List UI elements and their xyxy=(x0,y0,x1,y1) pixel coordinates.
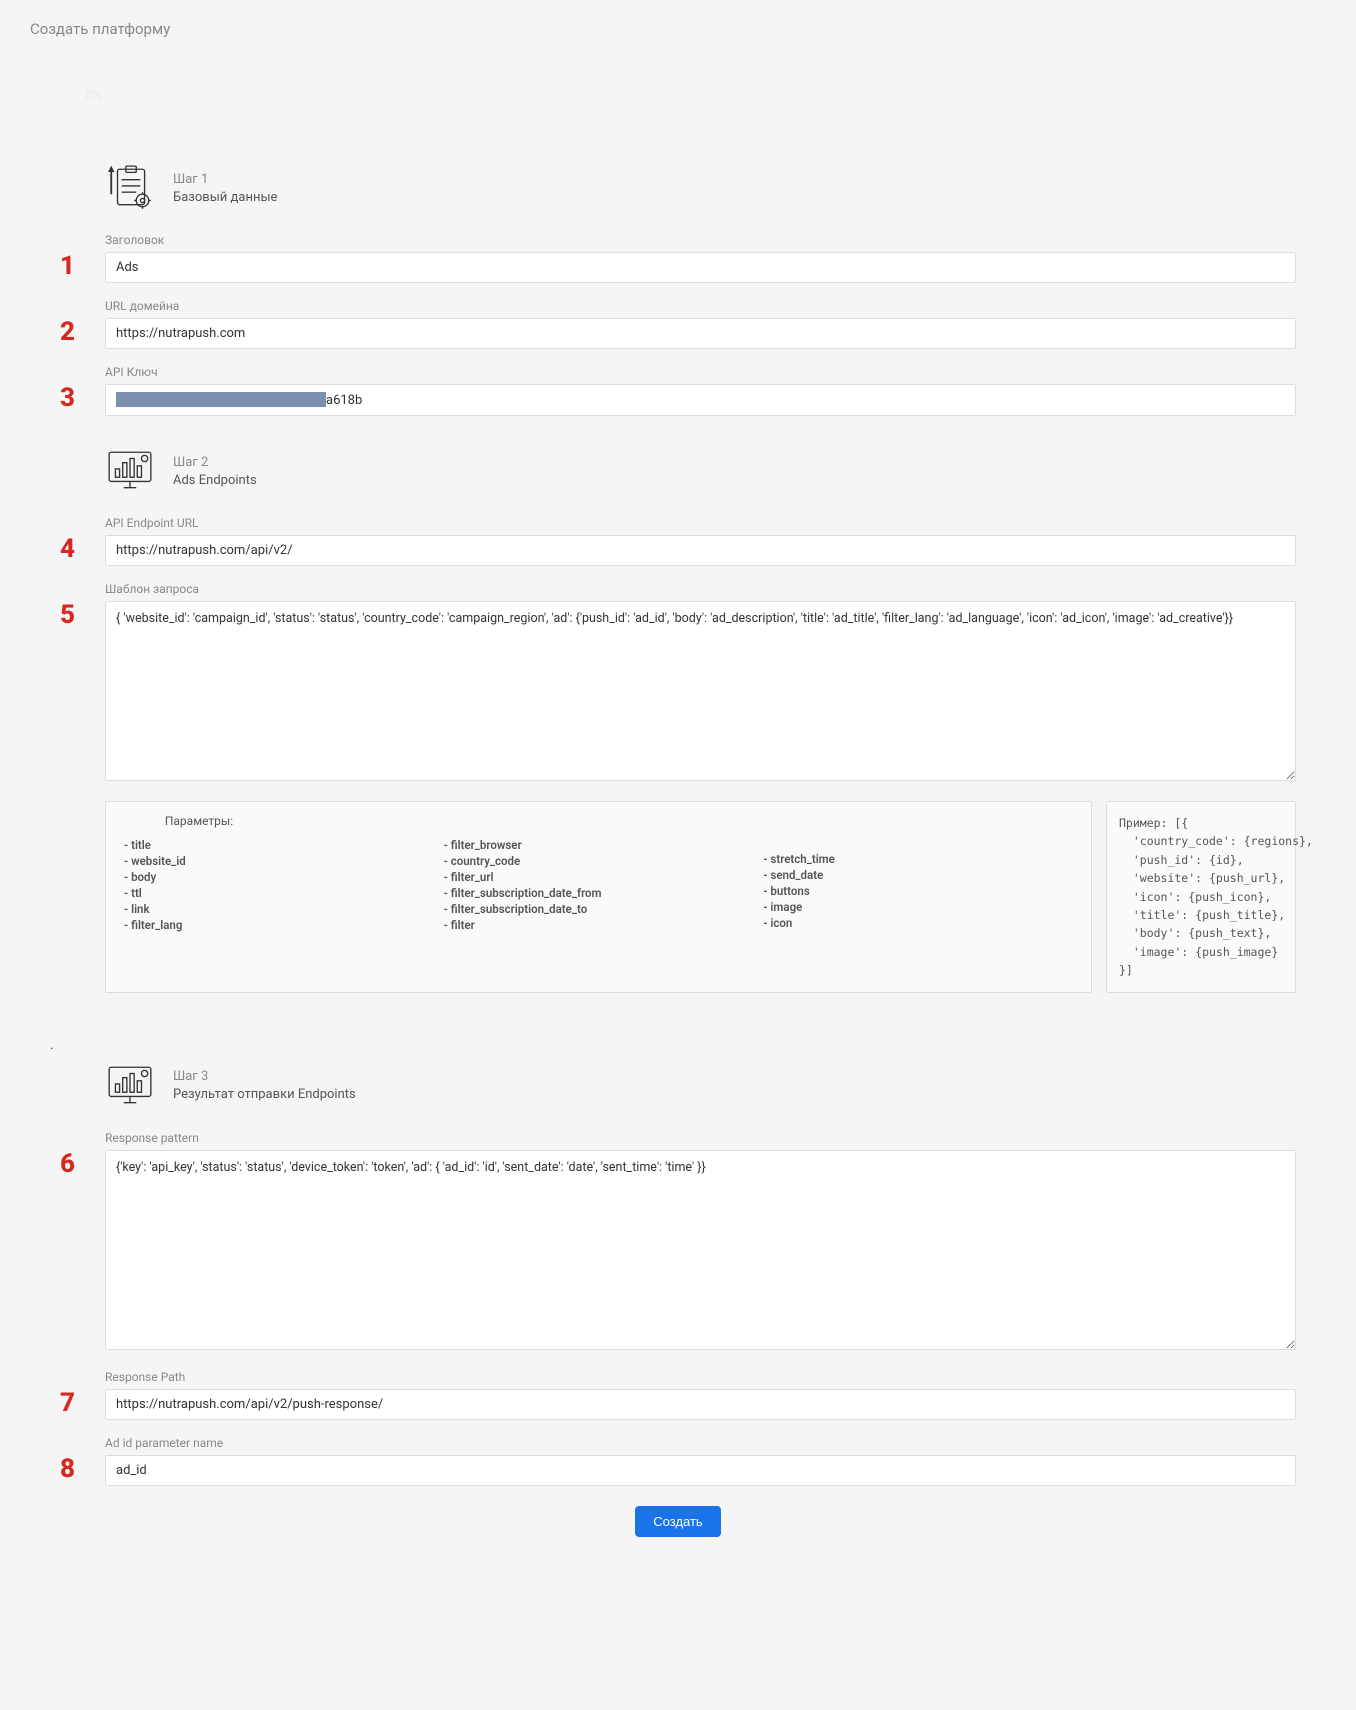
api-key-suffix: a618b xyxy=(326,393,362,408)
step2-header: Шаг 2 Ads Endpoints xyxy=(105,446,1326,496)
param-item: - website_id xyxy=(124,854,434,868)
param-item: - send_date xyxy=(763,868,1073,882)
example-box: Пример: [{ 'country_code': {regions}, 'p… xyxy=(1106,801,1296,993)
page-title: Создать платформу xyxy=(30,20,1326,38)
ad-id-param-input[interactable] xyxy=(105,1455,1296,1486)
monitor-chart-icon xyxy=(105,446,155,496)
step2-name: Ads Endpoints xyxy=(173,473,257,488)
step1-num: Шаг 1 xyxy=(173,172,277,187)
param-item: - filter_url xyxy=(444,870,754,884)
params-title: Параметры: xyxy=(124,814,274,828)
params-col-3: - stretch_time - send_date - buttons - imag… xyxy=(763,838,1073,934)
step2-section: Шаг 2 Ads Endpoints 4 API Endpoint URL 5… xyxy=(30,446,1326,993)
label-response-pattern: Response pattern xyxy=(105,1131,1296,1145)
marker-6: 6 xyxy=(30,1131,105,1179)
param-item: - country_code xyxy=(444,854,754,868)
param-item: - stretch_time xyxy=(763,852,1073,866)
step3-name: Результат отправки Endpoints xyxy=(173,1087,356,1102)
api-key-input[interactable]: a618b xyxy=(105,384,1296,416)
step1-section: Шаг 1 Базовый данные 1 Заголовок 2 URL д… xyxy=(30,163,1326,416)
marker-2: 2 xyxy=(30,299,105,347)
label-request-template: Шаблон запроса xyxy=(105,582,1296,596)
label-response-path: Response Path xyxy=(105,1370,1296,1384)
label-title: Заголовок xyxy=(105,233,1296,247)
create-button[interactable]: Создать xyxy=(635,1506,720,1537)
param-item: - icon xyxy=(763,916,1073,930)
param-item: - title xyxy=(124,838,434,852)
label-domain-url: URL домейна xyxy=(105,299,1296,313)
param-item: - filter_subscription_date_to xyxy=(444,902,754,916)
dot-separator: . xyxy=(50,1038,1326,1053)
param-item: - filter_subscription_date_from xyxy=(444,886,754,900)
progress-label: 0% xyxy=(85,88,1326,103)
step3-num: Шаг 3 xyxy=(173,1069,356,1084)
request-template-textarea[interactable] xyxy=(105,601,1296,781)
param-item: - body xyxy=(124,870,434,884)
param-item: - link xyxy=(124,902,434,916)
api-key-redacted xyxy=(116,392,326,407)
param-item: - buttons xyxy=(763,884,1073,898)
domain-url-input[interactable] xyxy=(105,318,1296,349)
param-item: - ttl xyxy=(124,886,434,900)
marker-7: 7 xyxy=(30,1370,105,1418)
step3-section: Шаг 3 Результат отправки Endpoints 6 Res… xyxy=(30,1061,1326,1537)
marker-8: 8 xyxy=(30,1436,105,1484)
response-pattern-textarea[interactable] xyxy=(105,1150,1296,1350)
title-input[interactable] xyxy=(105,252,1296,283)
marker-3: 3 xyxy=(30,365,105,413)
params-box: Параметры: - title - website_id - body - tt… xyxy=(105,801,1092,993)
step2-num: Шаг 2 xyxy=(173,455,257,470)
label-api-endpoint: API Endpoint URL xyxy=(105,516,1296,530)
label-ad-id-param: Ad id parameter name xyxy=(105,1436,1296,1450)
api-endpoint-input[interactable] xyxy=(105,535,1296,566)
response-path-input[interactable] xyxy=(105,1389,1296,1420)
label-api-key: API Ключ xyxy=(105,365,1296,379)
marker-1: 1 xyxy=(30,233,105,281)
marker-5: 5 xyxy=(30,582,105,630)
step1-name: Базовый данные xyxy=(173,190,277,205)
step3-header: Шаг 3 Результат отправки Endpoints xyxy=(105,1061,1326,1111)
params-col-2: - filter_browser - country_code - filter_u… xyxy=(444,838,754,934)
marker-4: 4 xyxy=(30,516,105,564)
param-item: - image xyxy=(763,900,1073,914)
param-item: - filter_browser xyxy=(444,838,754,852)
step1-header: Шаг 1 Базовый данные xyxy=(105,163,1326,213)
params-col-1: - title - website_id - body - ttl - link - fi… xyxy=(124,838,434,934)
clipboard-gear-icon xyxy=(105,163,155,213)
param-item: - filter xyxy=(444,918,754,932)
param-item: - filter_lang xyxy=(124,918,434,932)
monitor-chart-icon-2 xyxy=(105,1061,155,1111)
